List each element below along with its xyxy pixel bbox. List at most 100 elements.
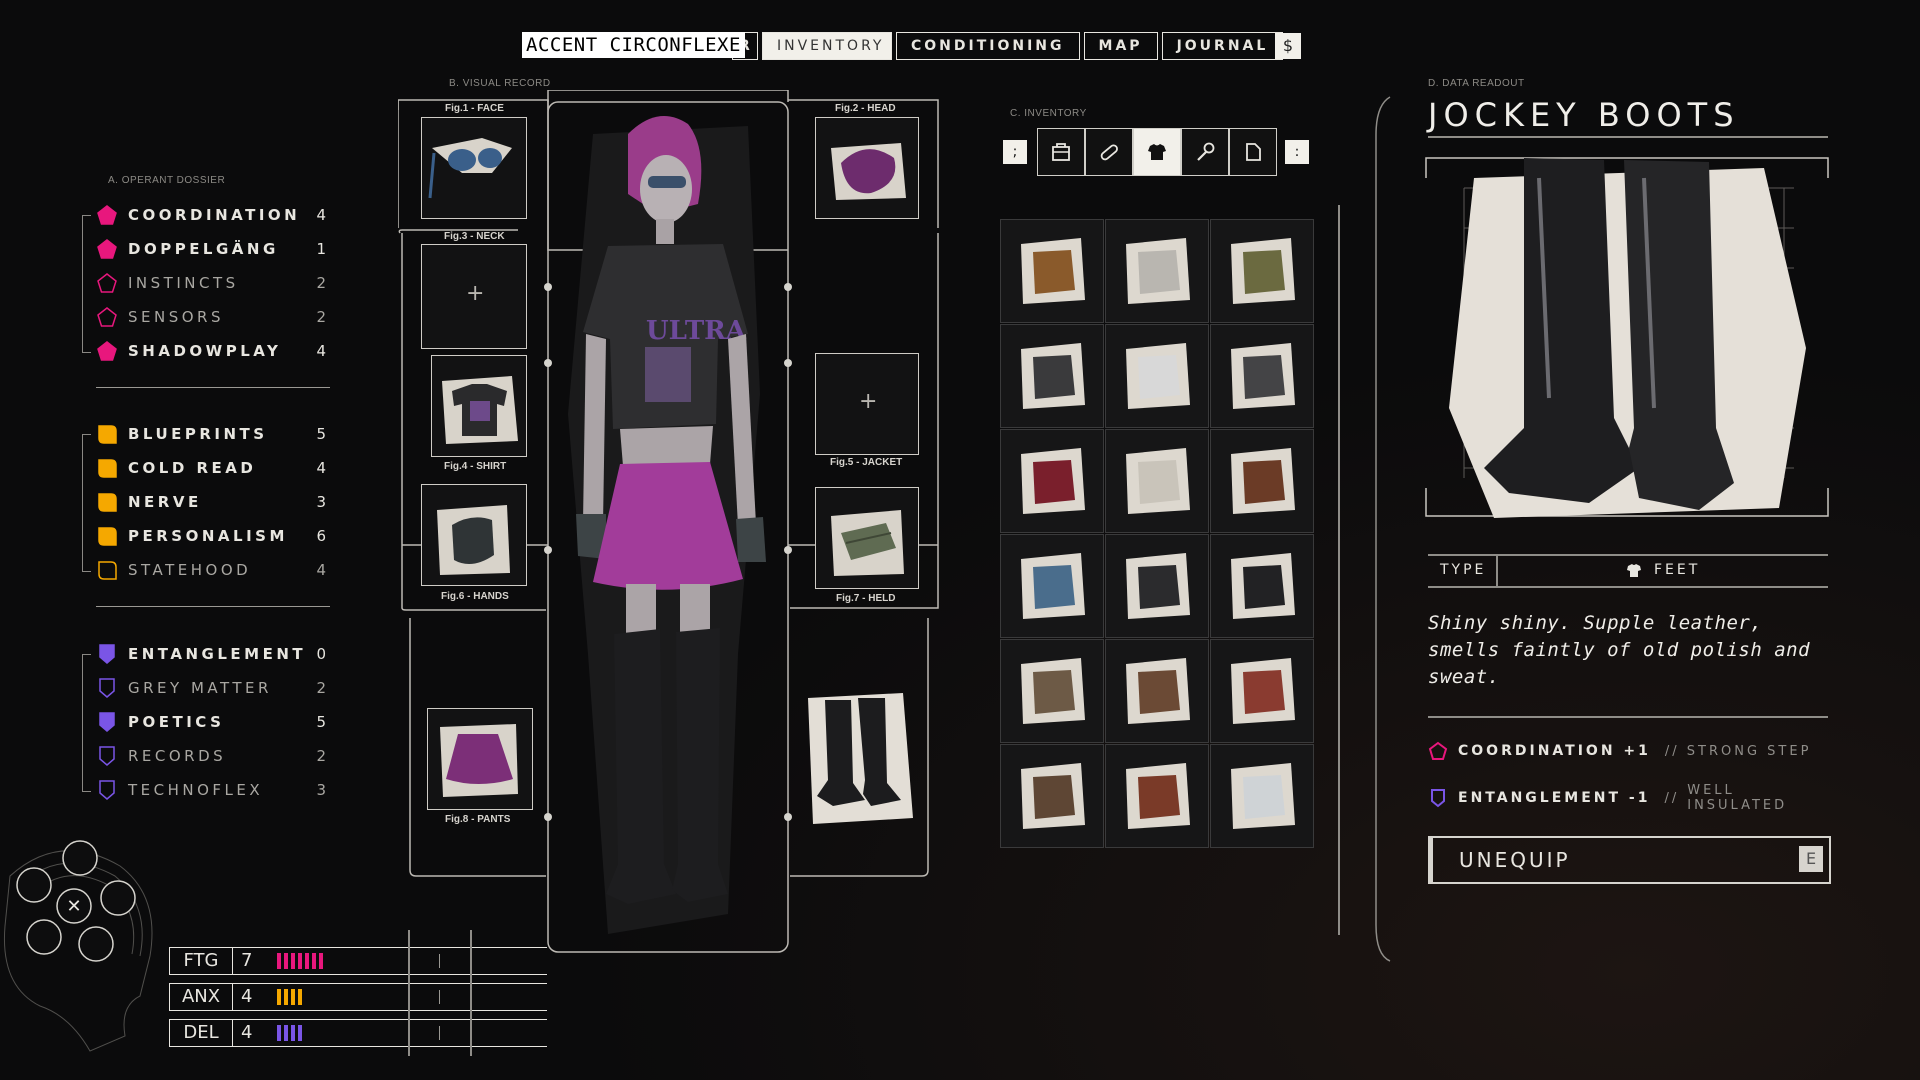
stat-poetics[interactable]: POETICS 5 xyxy=(96,710,326,734)
white-sneakers-icon xyxy=(1120,339,1194,413)
prev-tab-key[interactable]: ; xyxy=(1003,140,1027,164)
rounded-square-icon xyxy=(96,491,118,513)
tab-map[interactable]: MAP xyxy=(1083,32,1158,60)
close-icon[interactable] xyxy=(57,889,91,923)
inventory-slot[interactable] xyxy=(1000,744,1104,848)
brain-icon[interactable] xyxy=(17,868,51,902)
layers-icon[interactable] xyxy=(27,920,61,954)
next-tab-key[interactable]: : xyxy=(1285,140,1309,164)
shirt-icon xyxy=(442,376,518,444)
stat-records[interactable]: RECORDS 2 xyxy=(96,744,326,768)
tab-conditioning[interactable]: CONDITIONING xyxy=(896,32,1080,60)
document-icon xyxy=(1246,143,1261,161)
meter-tick xyxy=(439,990,440,1004)
dossier-heading: A. OPERANT DOSSIER xyxy=(108,175,226,186)
briefcase-icon[interactable] xyxy=(79,927,113,961)
leather-coat-icon xyxy=(1225,444,1299,518)
slot-label-neck: Fig.3 - NECK xyxy=(444,231,505,242)
inventory-slot[interactable] xyxy=(1105,639,1209,743)
stat-instincts[interactable]: INSTINCTS 2 xyxy=(96,271,326,295)
inventory-slot[interactable] xyxy=(1210,639,1314,743)
rounded-square-icon xyxy=(96,457,118,479)
stat-technoflex[interactable]: TECHNOFLEX 3 xyxy=(96,778,326,802)
inventory-slot[interactable] xyxy=(1000,639,1104,743)
stat-nerve[interactable]: NERVE 3 xyxy=(96,490,326,514)
filter-bag[interactable] xyxy=(1037,128,1085,176)
condition-pip xyxy=(319,953,323,969)
rounded-square-icon xyxy=(96,525,118,547)
slot-feet[interactable] xyxy=(803,688,915,828)
stat-personalism[interactable]: PERSONALISM 6 xyxy=(96,524,326,548)
condition-pip xyxy=(312,953,316,969)
filter-bandage[interactable] xyxy=(1085,128,1133,176)
inventory-slot[interactable] xyxy=(1000,219,1104,323)
inventory-slot[interactable] xyxy=(1000,324,1104,428)
ankle-boots-icon xyxy=(1120,759,1194,833)
condition-code: DEL xyxy=(169,1019,232,1047)
inventory-slot[interactable] xyxy=(1210,744,1314,848)
tab-journal[interactable]: JOURNAL xyxy=(1161,32,1284,60)
slot-jacket[interactable]: + xyxy=(815,353,919,455)
plus-icon: + xyxy=(466,281,485,306)
plus-icon: + xyxy=(859,389,878,414)
currency-icon[interactable]: $ xyxy=(1275,33,1301,59)
inventory-slot[interactable] xyxy=(1210,219,1314,323)
slot-hands[interactable] xyxy=(421,484,527,586)
filter-shirt[interactable] xyxy=(1133,128,1181,176)
shield-icon xyxy=(1431,789,1445,808)
stat-cold-read[interactable]: COLD READ 4 xyxy=(96,456,326,480)
slot-label-face: Fig.1 - FACE xyxy=(445,103,504,114)
stat-statehood[interactable]: STATEHOOD 4 xyxy=(96,558,326,582)
slot-pants[interactable] xyxy=(427,708,533,810)
inventory-slot[interactable] xyxy=(1105,744,1209,848)
inventory-slot[interactable] xyxy=(1210,534,1314,638)
shield-icon xyxy=(96,779,118,801)
filter-document[interactable] xyxy=(1229,128,1277,176)
stat-label: BLUEPRINTS xyxy=(128,425,268,443)
stat-label: SHADOWPLAY xyxy=(128,342,282,360)
slot-neck[interactable]: + xyxy=(421,244,527,349)
wallet-icon[interactable] xyxy=(101,881,135,915)
modifier-coordination: COORDINATION +1 // STRONG STEP xyxy=(1428,736,1811,766)
stat-blueprints[interactable]: BLUEPRINTS 5 xyxy=(96,422,326,446)
sunglasses-icon xyxy=(428,138,512,199)
stat-value: 6 xyxy=(316,527,326,545)
inventory-slot[interactable] xyxy=(1105,324,1209,428)
slot-shirt[interactable] xyxy=(431,355,527,457)
condition-pip xyxy=(298,1025,302,1041)
condition-pip xyxy=(284,953,288,969)
stat-doppelg-ng[interactable]: DOPPELGÄNG 1 xyxy=(96,237,326,261)
slot-head[interactable] xyxy=(815,117,919,219)
condition-pip xyxy=(277,953,281,969)
slot-face[interactable] xyxy=(421,117,527,219)
tab-inventory[interactable]: INVENTORY xyxy=(762,32,892,60)
unequip-button[interactable]: UNEQUIP E xyxy=(1428,836,1831,884)
inventory-slot[interactable] xyxy=(1105,219,1209,323)
filter-tool[interactable] xyxy=(1181,128,1229,176)
inventory-slot[interactable] xyxy=(1210,429,1314,533)
journal-icon[interactable] xyxy=(62,840,96,874)
condition-pip xyxy=(291,1025,295,1041)
stat-value: 4 xyxy=(316,206,326,224)
red-boots-icon xyxy=(1225,654,1299,728)
stat-value: 4 xyxy=(316,459,326,477)
brown-skirt-icon xyxy=(1015,759,1089,833)
inventory-slot[interactable] xyxy=(1105,429,1209,533)
stat-entanglement[interactable]: ENTANGLEMENT 0 xyxy=(96,642,326,666)
inventory-slot[interactable] xyxy=(1000,534,1104,638)
inventory-slot[interactable] xyxy=(1210,324,1314,428)
inventory-slot[interactable] xyxy=(1000,429,1104,533)
inventory-slot[interactable] xyxy=(1105,534,1209,638)
stat-value: 2 xyxy=(316,274,326,292)
stat-grey-matter[interactable]: GREY MATTER 2 xyxy=(96,676,326,700)
stat-shadowplay[interactable]: SHADOWPLAY 4 xyxy=(96,339,326,363)
black-gloves-icon xyxy=(1015,339,1089,413)
stat-coordination[interactable]: COORDINATION 4 xyxy=(96,203,326,227)
olive-loafer-icon xyxy=(1225,234,1299,308)
unequip-key: E xyxy=(1799,846,1823,872)
slot-label-held: Fig.7 - HELD xyxy=(836,593,896,604)
shield-icon xyxy=(96,643,118,665)
stat-sensors[interactable]: SENSORS 2 xyxy=(96,305,326,329)
slot-held[interactable] xyxy=(815,487,919,589)
bead-necklace-icon xyxy=(1120,444,1194,518)
